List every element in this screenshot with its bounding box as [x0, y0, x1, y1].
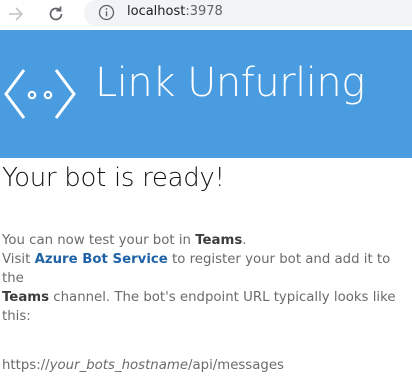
endpoint-hostname: your_bots_hostname	[49, 358, 188, 373]
line2-prefix: Visit	[2, 252, 35, 267]
azure-bot-service-link[interactable]: Azure Bot Service	[35, 252, 168, 267]
address-bar[interactable]: localhost:3978	[84, 0, 412, 26]
teams-label: Teams	[195, 233, 243, 248]
endpoint-suffix: /api/messages	[188, 358, 284, 373]
instructions: You can now test your bot in Teams. Visi…	[2, 231, 400, 326]
page-title: Your bot is ready!	[2, 163, 225, 193]
reload-icon[interactable]	[46, 4, 66, 24]
line3-suffix: channel. The bot's endpoint URL typicall…	[2, 290, 396, 324]
teams-channel-label: Teams	[2, 290, 50, 305]
endpoint-url-example: https://your_bots_hostname/api/messages	[2, 358, 284, 373]
banner: Link Unfurling	[0, 30, 412, 158]
url-host: localhost	[127, 4, 186, 19]
arrow-forward-icon[interactable]	[6, 4, 26, 24]
line1-suffix: .	[242, 233, 247, 248]
url-text[interactable]: localhost:3978	[127, 4, 223, 19]
instructions-line-2: Visit Azure Bot Service to register your…	[2, 250, 400, 326]
endpoint-prefix: https://	[2, 358, 50, 373]
banner-title: Link Unfurling	[95, 60, 365, 106]
instructions-line-1: You can now test your bot in Teams.	[2, 231, 400, 250]
info-icon[interactable]	[98, 4, 115, 21]
browser-toolbar: localhost:3978	[0, 0, 412, 28]
link-unfurl-icon	[4, 69, 76, 119]
url-port: :3978	[185, 4, 223, 19]
line1-prefix: You can now test your bot in	[2, 233, 196, 248]
